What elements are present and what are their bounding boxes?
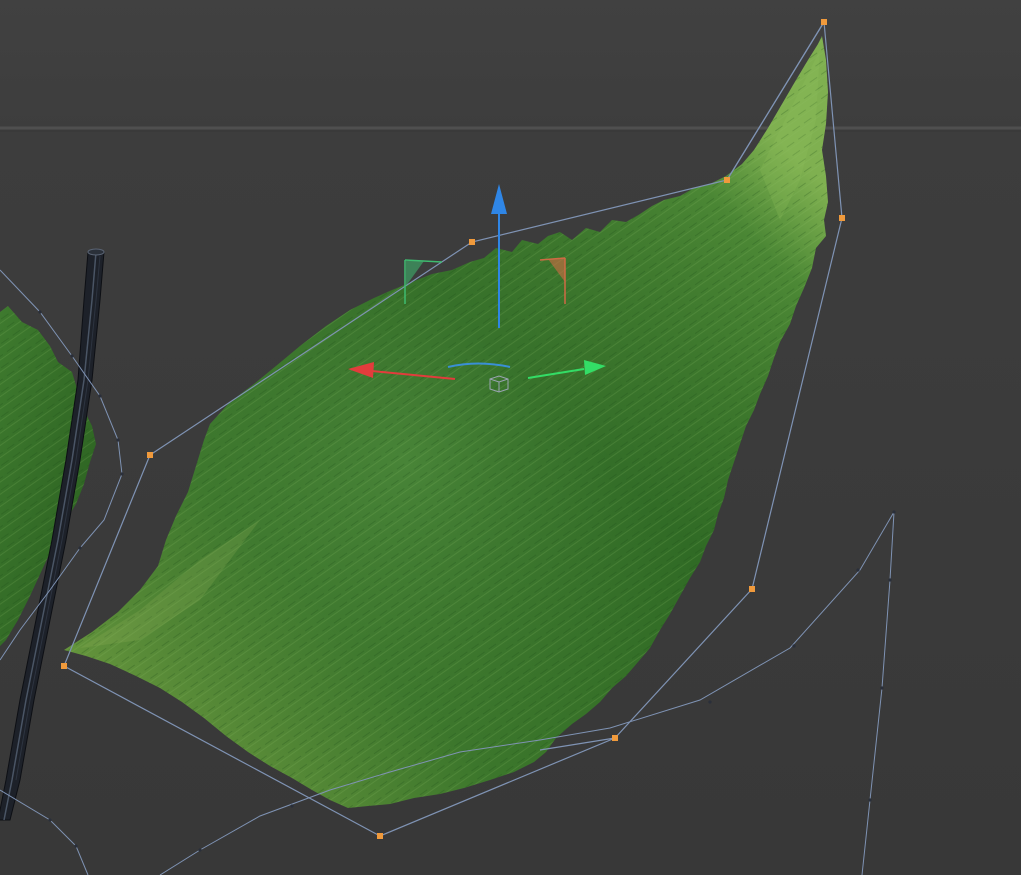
control-point[interactable] (839, 215, 845, 221)
control-point[interactable] (724, 177, 730, 183)
3d-viewport[interactable] (0, 0, 1021, 875)
control-point[interactable] (612, 735, 618, 741)
control-point[interactable] (377, 833, 383, 839)
control-point[interactable] (147, 452, 153, 458)
control-point[interactable] (821, 19, 827, 25)
control-point[interactable] (749, 586, 755, 592)
control-point[interactable] (469, 239, 475, 245)
control-point[interactable] (61, 663, 67, 669)
